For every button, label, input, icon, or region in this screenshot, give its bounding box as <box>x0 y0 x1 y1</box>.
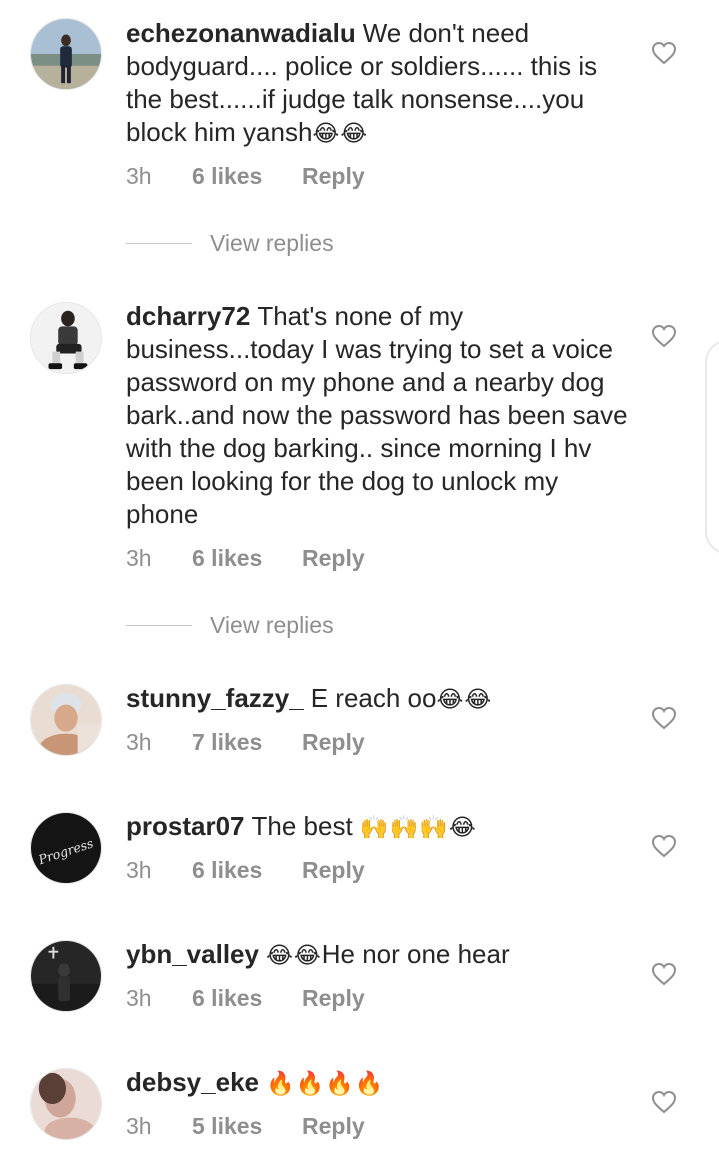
comment-likes[interactable]: 6 likes <box>192 545 302 572</box>
avatar[interactable] <box>30 684 102 756</box>
view-replies-label: View replies <box>210 612 334 638</box>
heart-outline-icon[interactable] <box>651 41 677 65</box>
comment-time: 3h <box>126 1112 152 1139</box>
comment-emoji: 😂😂 <box>265 943 322 969</box>
comment-text: He nor one hear <box>321 939 510 969</box>
comment-body: ybn_valley 😂😂He nor one hear <box>126 938 636 973</box>
reply-button[interactable]: Reply <box>302 1113 365 1140</box>
comment-username[interactable]: ybn_valley <box>126 939 259 969</box>
comment-meta: 3h 6 likes Reply <box>126 543 365 573</box>
avatar-photo <box>31 303 101 373</box>
view-replies-button[interactable]: View replies <box>126 612 334 639</box>
comment-body: dcharry72 That's none of my business...to… <box>126 300 636 531</box>
comment-meta: 3h 6 likes Reply <box>126 983 365 1013</box>
comment-meta: 3h 6 likes Reply <box>126 855 365 885</box>
comment-username[interactable]: debsy_eke <box>126 1067 259 1097</box>
comment-username[interactable]: stunny_fazzy_ <box>126 683 304 713</box>
comment-text: E reach oo <box>310 683 437 713</box>
comment-time: 3h <box>126 856 152 883</box>
comment-username[interactable]: echezonanwadialu <box>126 18 356 48</box>
comment-meta: 3h 5 likes Reply <box>126 1111 365 1141</box>
divider <box>126 625 192 626</box>
reply-button[interactable]: Reply <box>302 163 365 190</box>
avatar-photo <box>31 1069 101 1139</box>
reply-button[interactable]: Reply <box>302 857 365 884</box>
avatar[interactable] <box>30 18 102 90</box>
heart-outline-icon[interactable] <box>651 324 677 348</box>
comment-username[interactable]: dcharry72 <box>126 301 250 331</box>
avatar-photo <box>31 941 101 1011</box>
avatar-photo: Progress <box>31 813 101 883</box>
comment-time: 3h <box>126 984 152 1011</box>
comment-likes[interactable]: 6 likes <box>192 857 302 884</box>
avatar[interactable] <box>30 1068 102 1140</box>
reply-button[interactable]: Reply <box>302 729 365 756</box>
view-replies-button[interactable]: View replies <box>126 230 334 257</box>
heart-outline-icon[interactable] <box>651 962 677 986</box>
heart-outline-icon[interactable] <box>651 834 677 858</box>
comment-emoji: 😂😂 <box>436 687 493 713</box>
comment-likes[interactable]: 5 likes <box>192 1113 302 1140</box>
comment-meta: 3h 7 likes Reply <box>126 727 365 757</box>
comment-likes[interactable]: 7 likes <box>192 729 302 756</box>
avatar[interactable] <box>30 940 102 1012</box>
reply-button[interactable]: Reply <box>302 985 365 1012</box>
comment-body: debsy_eke 🔥🔥🔥🔥 <box>126 1066 636 1101</box>
comment-emoji: 🔥🔥🔥🔥 <box>265 1071 385 1097</box>
comment-time: 3h <box>126 728 152 755</box>
comment-body: echezonanwadialu We don't need bodyguard.… <box>126 17 636 151</box>
comment-body: stunny_fazzy_ E reach oo😂😂 <box>126 682 636 717</box>
comment-time: 3h <box>126 162 152 189</box>
comment-likes[interactable]: 6 likes <box>192 163 302 190</box>
comment-text: That's none of my business...today I was… <box>126 301 628 529</box>
comment-likes[interactable]: 6 likes <box>192 985 302 1012</box>
divider <box>126 243 192 244</box>
side-panel-handle[interactable] <box>705 340 719 554</box>
reply-button[interactable]: Reply <box>302 545 365 572</box>
comment-time: 3h <box>126 544 152 571</box>
avatar-photo <box>31 19 101 89</box>
comment-emoji: 😂😂 <box>312 121 369 147</box>
comment-emoji: 🙌🙌🙌😂 <box>359 815 477 841</box>
view-replies-label: View replies <box>210 230 334 256</box>
comment-meta: 3h 6 likes Reply <box>126 161 365 191</box>
avatar[interactable]: Progress <box>30 812 102 884</box>
avatar[interactable] <box>30 302 102 374</box>
heart-outline-icon[interactable] <box>651 1090 677 1114</box>
heart-outline-icon[interactable] <box>651 706 677 730</box>
comment-text: The best <box>251 811 353 841</box>
comment-body: prostar07 The best 🙌🙌🙌😂 <box>126 810 636 845</box>
comment-username[interactable]: prostar07 <box>126 811 245 841</box>
avatar-photo <box>31 685 101 755</box>
